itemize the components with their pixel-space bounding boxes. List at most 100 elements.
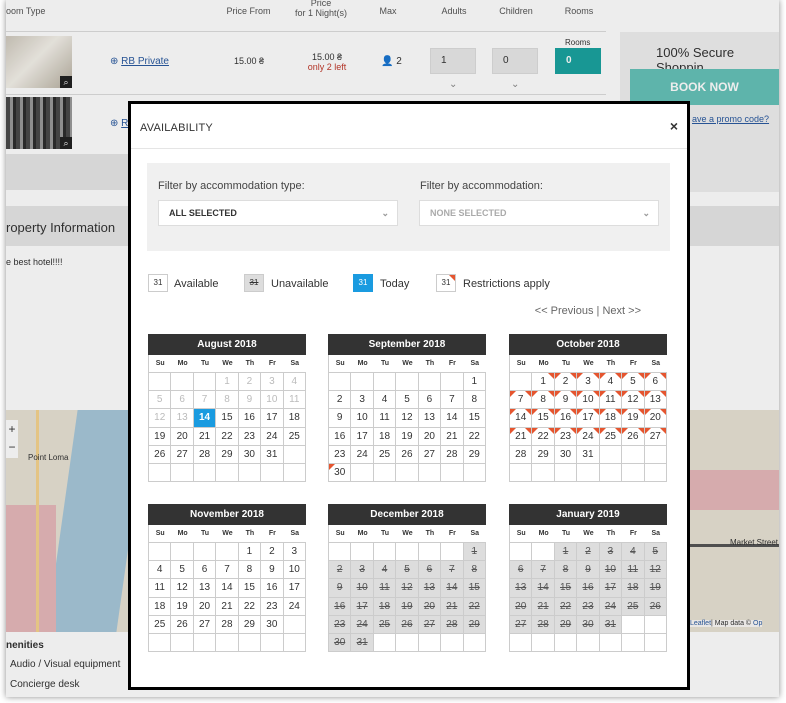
calendar-day[interactable]: 21 xyxy=(193,427,217,446)
calendar-day[interactable]: 22 xyxy=(463,427,486,446)
calendar-day[interactable]: 17 xyxy=(283,579,306,598)
calendar-day[interactable]: 7 xyxy=(441,391,464,410)
calendar-day[interactable]: 9 xyxy=(238,391,262,410)
calendar-day[interactable]: 19 xyxy=(396,597,419,616)
calendar-day[interactable]: 26 xyxy=(171,615,194,634)
calendar-day[interactable]: 31 xyxy=(351,633,374,653)
calendar-day[interactable]: 2 xyxy=(554,373,578,392)
calendar-day[interactable]: 30 xyxy=(329,463,352,483)
calendar-day[interactable]: 25 xyxy=(283,427,306,446)
calendar-day[interactable]: 5 xyxy=(171,561,194,580)
calendar-day[interactable]: 14 xyxy=(216,579,239,598)
calendar-day[interactable]: 2 xyxy=(577,543,600,562)
calendar-day[interactable]: 8 xyxy=(463,391,486,410)
calendar-day[interactable]: 21 xyxy=(510,427,533,446)
filter-accommodation-select[interactable]: NONE SELECTED ⌄ xyxy=(419,200,659,226)
calendar-day[interactable]: 3 xyxy=(351,391,374,410)
calendar-day[interactable]: 11 xyxy=(599,391,623,410)
calendar-day[interactable]: 31 xyxy=(261,445,284,464)
calendar-day[interactable]: 16 xyxy=(238,409,262,428)
calendar-day[interactable]: 20 xyxy=(418,427,442,446)
calendar-day[interactable]: 10 xyxy=(577,391,600,410)
calendar-day[interactable]: 19 xyxy=(149,427,172,446)
calendar-day[interactable]: 25 xyxy=(622,597,645,616)
calendar-day[interactable]: 26 xyxy=(396,615,419,634)
calendar-day[interactable]: 10 xyxy=(351,579,374,598)
calendar-day[interactable]: 16 xyxy=(577,579,600,598)
calendar-day[interactable]: 14 xyxy=(193,409,217,428)
calendar-day[interactable]: 23 xyxy=(261,597,284,616)
calendar-day[interactable]: 5 xyxy=(622,373,645,392)
calendar-day[interactable]: 21 xyxy=(532,597,555,616)
calendar-day[interactable]: 7 xyxy=(510,391,533,410)
filter-type-select[interactable]: ALL SELECTED ⌄ xyxy=(158,200,398,226)
calendar-day[interactable]: 29 xyxy=(216,445,239,464)
calendar-day[interactable]: 10 xyxy=(599,561,623,580)
calendar-day[interactable]: 25 xyxy=(149,615,172,634)
calendar-day[interactable]: 7 xyxy=(532,561,555,580)
calendar-day[interactable]: 14 xyxy=(441,409,464,428)
calendar-day[interactable]: 5 xyxy=(644,543,667,562)
calendar-day[interactable]: 30 xyxy=(261,615,284,634)
previous-link[interactable]: << Previous xyxy=(535,305,594,317)
calendar-day[interactable]: 6 xyxy=(418,391,442,410)
calendar-day[interactable]: 23 xyxy=(577,597,600,616)
calendar-day[interactable]: 1 xyxy=(238,543,262,562)
calendar-day[interactable]: 10 xyxy=(351,409,374,428)
calendar-day[interactable]: 16 xyxy=(329,597,352,616)
calendar-day[interactable]: 29 xyxy=(532,445,555,464)
calendar-day[interactable]: 2 xyxy=(238,373,262,392)
calendar-day[interactable]: 14 xyxy=(532,579,555,598)
calendar-day[interactable]: 13 xyxy=(171,409,194,428)
calendar-day[interactable]: 23 xyxy=(329,615,352,634)
calendar-day[interactable]: 12 xyxy=(644,561,667,580)
calendar-day[interactable]: 20 xyxy=(418,597,442,616)
calendar-day[interactable]: 8 xyxy=(238,561,262,580)
calendar-day[interactable]: 27 xyxy=(644,427,667,446)
calendar-day[interactable]: 15 xyxy=(532,409,555,428)
calendar-day[interactable]: 23 xyxy=(329,445,352,464)
calendar-day[interactable]: 3 xyxy=(261,373,284,392)
calendar-day[interactable]: 4 xyxy=(373,561,397,580)
close-icon[interactable]: × xyxy=(670,118,678,134)
calendar-day[interactable]: 19 xyxy=(171,597,194,616)
calendar-day[interactable]: 1 xyxy=(554,543,578,562)
calendar-day[interactable]: 28 xyxy=(510,445,533,464)
calendar-day[interactable]: 2 xyxy=(329,391,352,410)
calendar-day[interactable]: 15 xyxy=(238,579,262,598)
calendar-day[interactable]: 4 xyxy=(622,543,645,562)
calendar-day[interactable]: 12 xyxy=(396,579,419,598)
calendar-day[interactable]: 9 xyxy=(554,391,578,410)
calendar-day[interactable]: 22 xyxy=(238,597,262,616)
calendar-day[interactable]: 28 xyxy=(193,445,217,464)
calendar-day[interactable]: 15 xyxy=(216,409,239,428)
calendar-day[interactable]: 5 xyxy=(149,391,172,410)
calendar-day[interactable]: 24 xyxy=(283,597,306,616)
calendar-day[interactable]: 28 xyxy=(441,615,464,634)
calendar-day[interactable]: 29 xyxy=(554,615,578,634)
calendar-day[interactable]: 9 xyxy=(261,561,284,580)
calendar-day[interactable]: 24 xyxy=(261,427,284,446)
calendar-day[interactable]: 25 xyxy=(373,615,397,634)
calendar-day[interactable]: 12 xyxy=(396,409,419,428)
calendar-day[interactable]: 22 xyxy=(532,427,555,446)
calendar-day[interactable]: 11 xyxy=(622,561,645,580)
calendar-day[interactable]: 25 xyxy=(599,427,623,446)
calendar-day[interactable]: 21 xyxy=(441,597,464,616)
calendar-day[interactable]: 13 xyxy=(510,579,533,598)
calendar-day[interactable]: 18 xyxy=(283,409,306,428)
calendar-day[interactable]: 16 xyxy=(261,579,284,598)
calendar-day[interactable]: 1 xyxy=(532,373,555,392)
calendar-day[interactable]: 29 xyxy=(463,615,486,634)
calendar-day[interactable]: 10 xyxy=(261,391,284,410)
calendar-day[interactable]: 23 xyxy=(238,427,262,446)
calendar-day[interactable]: 5 xyxy=(396,561,419,580)
calendar-day[interactable]: 28 xyxy=(532,615,555,634)
calendar-day[interactable]: 19 xyxy=(644,579,667,598)
calendar-day[interactable]: 20 xyxy=(510,597,533,616)
next-link[interactable]: Next >> xyxy=(602,305,641,317)
calendar-day[interactable]: 24 xyxy=(351,615,374,634)
calendar-day[interactable]: 8 xyxy=(463,561,486,580)
calendar-day[interactable]: 27 xyxy=(418,615,442,634)
calendar-day[interactable]: 13 xyxy=(418,409,442,428)
